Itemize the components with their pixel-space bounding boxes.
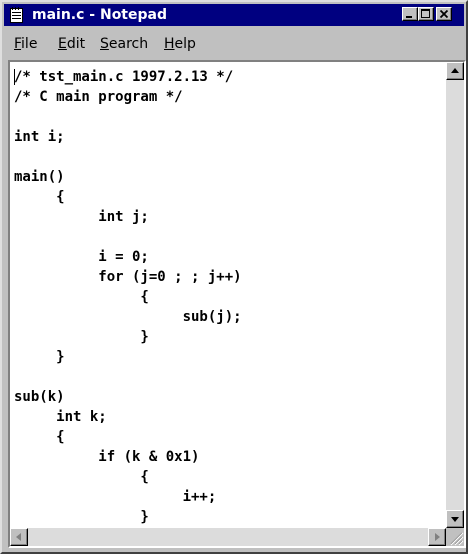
code-line: } [14, 509, 149, 525]
scroll-down-arrow-icon [451, 517, 459, 522]
vertical-scrollbar[interactable] [446, 62, 464, 528]
code-line: int k; [14, 409, 107, 425]
editor-frame: /* tst_main.c 1997.2.13 */ /* C main pro… [8, 60, 466, 548]
code-line: sub(j); [14, 309, 242, 325]
code-line: } [14, 329, 149, 345]
menu-help[interactable]: Help [164, 35, 196, 53]
close-icon [439, 9, 449, 19]
scroll-right-arrow-icon [435, 533, 440, 541]
minimize-button[interactable] [402, 7, 418, 21]
code-line: { [14, 429, 65, 445]
scroll-up-arrow-icon [451, 68, 459, 73]
code-line: /* C main program */ [14, 89, 183, 105]
close-button[interactable] [436, 7, 452, 21]
menu-search[interactable]: Search [100, 35, 148, 53]
code-line: for (j=0 ; ; j++) [14, 269, 242, 285]
scroll-down-button[interactable] [446, 510, 464, 528]
title-bar[interactable]: main.c - Notepad [4, 4, 464, 26]
code-line: { [14, 189, 65, 205]
scroll-up-button[interactable] [446, 62, 464, 80]
size-grip-icon [450, 532, 464, 546]
scroll-right-button[interactable] [428, 528, 446, 546]
window-title: main.c - Notepad [32, 7, 167, 23]
menu-bar: File Edit Search Help [4, 28, 464, 58]
notepad-icon[interactable] [10, 7, 23, 23]
menu-edit[interactable]: Edit [58, 35, 85, 53]
maximize-icon [421, 9, 430, 18]
code-line: int j; [14, 209, 149, 225]
code-line: i = 0; [14, 249, 149, 265]
code-line: } [14, 349, 65, 365]
code-line: main() [14, 169, 65, 185]
maximize-button[interactable] [418, 7, 434, 21]
scroll-left-button[interactable] [10, 528, 28, 546]
notepad-window: main.c - Notepad File Edit Search Help /… [0, 0, 468, 554]
code-line: int i; [14, 129, 65, 145]
text-editor[interactable]: /* tst_main.c 1997.2.13 */ /* C main pro… [10, 62, 446, 528]
minimize-icon [406, 16, 412, 18]
code-line: { [14, 469, 149, 485]
text-caret [14, 69, 15, 85]
horizontal-scrollbar[interactable] [10, 528, 446, 546]
code-line: if (k & 0x1) [14, 449, 200, 465]
code-line: /* tst_main.c 1997.2.13 */ [14, 69, 234, 85]
menu-file[interactable]: File [14, 35, 37, 53]
scroll-left-arrow-icon [16, 533, 21, 541]
code-line: sub(k) [14, 389, 65, 405]
code-line: { [14, 289, 149, 305]
size-grip[interactable] [446, 528, 464, 546]
code-line: i++; [14, 489, 217, 505]
